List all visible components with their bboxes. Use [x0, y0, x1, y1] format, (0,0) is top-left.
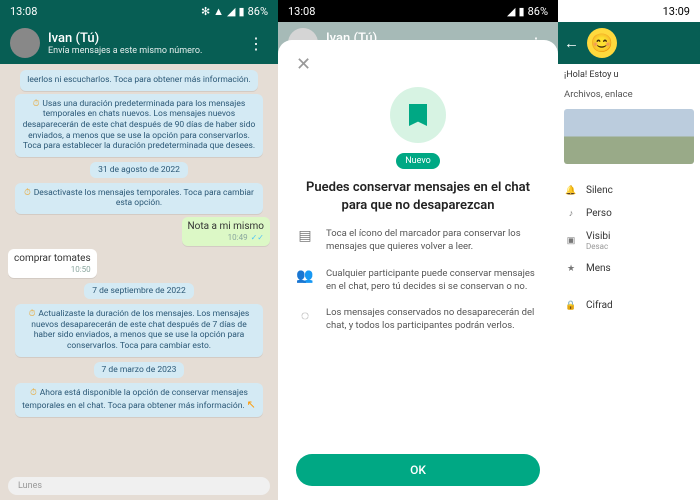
feature-list: ▤Toca el ícono del marcador para conserv…	[296, 228, 540, 333]
outgoing-message[interactable]: Nota a mi mismo 10:49✓✓	[182, 217, 270, 246]
chat-header[interactable]: Ivan (Tú) Envía mensajes a este mismo nú…	[0, 22, 278, 64]
close-icon[interactable]: ✕	[296, 54, 311, 75]
feature-row: 👥Cualquier participante puede conservar …	[296, 268, 540, 294]
chat-screen: 13:08 ✻▲◢▮86% Ivan (Tú) Envía mensajes a…	[0, 0, 278, 500]
image-icon: ▣	[564, 236, 578, 246]
media-section-title[interactable]: Archivos, enlace	[564, 86, 694, 103]
mute-option[interactable]: 🔔Silenc	[564, 182, 694, 199]
new-badge: Nuevo	[396, 153, 440, 169]
header-text: Ivan (Tú) Envía mensajes a este mismo nú…	[48, 31, 236, 56]
group-icon: 👥	[296, 268, 314, 284]
bookmark-icon	[409, 104, 427, 126]
timer-icon: ⏱	[24, 188, 31, 198]
custom-option[interactable]: ♪Perso	[564, 205, 694, 222]
status-time: 13:08	[10, 5, 37, 18]
music-note-icon: ♪	[564, 208, 578, 219]
bottom-sheet: ✕ Nuevo Puedes conservar mensajes en el …	[278, 40, 558, 500]
date-divider: 7 de septiembre de 2022	[84, 283, 193, 299]
status-bar: 13:08 ◢▮86%	[278, 0, 558, 22]
system-message[interactable]: leerlos ni escucharlos. Toca para obtene…	[20, 70, 257, 91]
sheet-title: Puedes conservar mensajes en el chat par…	[306, 179, 530, 214]
status-icons: ◢▮86%	[507, 5, 548, 18]
status-time: 13:09	[663, 5, 690, 18]
contact-header[interactable]: ← 😊	[558, 22, 700, 64]
timer-icon: ⏱	[29, 309, 36, 319]
pointer-arrow-icon: ↖	[247, 398, 256, 411]
back-icon[interactable]: ←	[564, 34, 579, 52]
chat-body: leerlos ni escucharlos. Toca para obtene…	[0, 64, 278, 474]
avatar[interactable]	[10, 28, 40, 58]
bookmark-outline-icon: ▤	[296, 228, 314, 244]
system-message[interactable]: ⏱Desactivaste los mensajes temporales. T…	[15, 183, 264, 214]
avatar[interactable]: 😊	[587, 28, 617, 58]
status-icons: ✻▲◢▮86%	[201, 5, 268, 18]
message-input[interactable]: Lunes	[8, 477, 270, 495]
timer-dashed-icon: ◌	[296, 307, 314, 324]
visibility-option[interactable]: ▣VisibiDesac	[564, 228, 694, 254]
lock-icon: 🔒	[564, 301, 578, 311]
media-thumbnail[interactable]	[564, 109, 694, 164]
contact-name: Ivan (Tú)	[48, 31, 236, 46]
star-icon: ★	[564, 264, 578, 274]
timer-icon: ⏱	[33, 99, 40, 109]
feature-sheet-screen: 13:08 ◢▮86% Ivan (Tú)Envía mensajes a es…	[278, 0, 558, 500]
date-divider: 7 de marzo de 2023	[94, 362, 185, 378]
incoming-message[interactable]: comprar tomates 10:50	[8, 249, 97, 278]
ok-button[interactable]: OK	[296, 454, 540, 486]
system-message[interactable]: ⏱Actualizaste la duración de los mensaje…	[15, 304, 264, 357]
read-ticks-icon: ✓✓	[251, 233, 264, 242]
feature-row: ◌Los mensajes conservados no desaparecer…	[296, 307, 540, 333]
feature-row: ▤Toca el ícono del marcador para conserv…	[296, 228, 540, 254]
starred-option[interactable]: ★Mens	[564, 260, 694, 277]
hero-icon-bg	[390, 87, 446, 143]
contact-info-screen: 13:09 ← 😊 ¡Hola! Estoy u Archivos, enlac…	[558, 0, 700, 500]
status-time: 13:08	[288, 5, 315, 18]
system-message[interactable]: ⏱Ahora está disponible la opción de cons…	[15, 383, 264, 417]
status-text: ¡Hola! Estoy u	[564, 70, 694, 80]
system-message[interactable]: ⏱Usas una duración predeterminada para l…	[15, 94, 264, 157]
more-icon[interactable]: ⋮	[244, 34, 268, 53]
status-bar: 13:08 ✻▲◢▮86%	[0, 0, 278, 22]
contact-subtitle: Envía mensajes a este mismo número.	[48, 46, 236, 56]
contact-body: ¡Hola! Estoy u Archivos, enlace 🔔Silenc …	[558, 64, 700, 500]
encryption-option[interactable]: 🔒Cifrad	[564, 297, 694, 314]
date-divider: 31 de agosto de 2022	[90, 162, 188, 178]
status-bar: 13:09	[558, 0, 700, 22]
timer-icon: ⏱	[30, 388, 37, 398]
bell-icon: 🔔	[564, 186, 578, 196]
